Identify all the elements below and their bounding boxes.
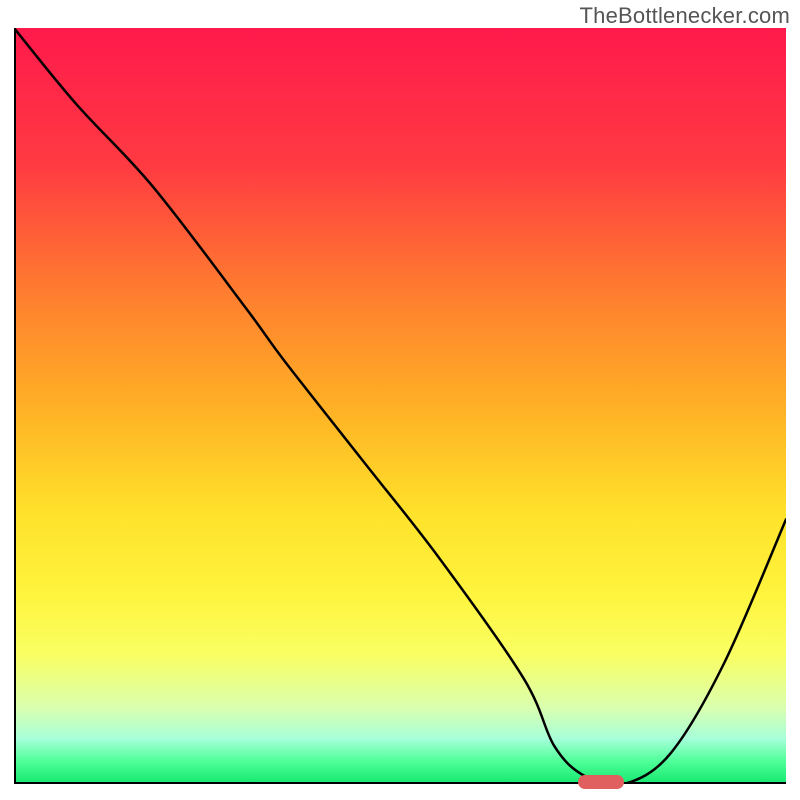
plot-svg <box>14 28 786 784</box>
optimal-range-marker <box>578 775 624 789</box>
bottleneck-curve <box>14 28 786 784</box>
chart-frame: TheBottlenecker.com <box>0 0 800 800</box>
plot-area <box>14 28 786 784</box>
watermark-text: TheBottlenecker.com <box>580 3 790 29</box>
